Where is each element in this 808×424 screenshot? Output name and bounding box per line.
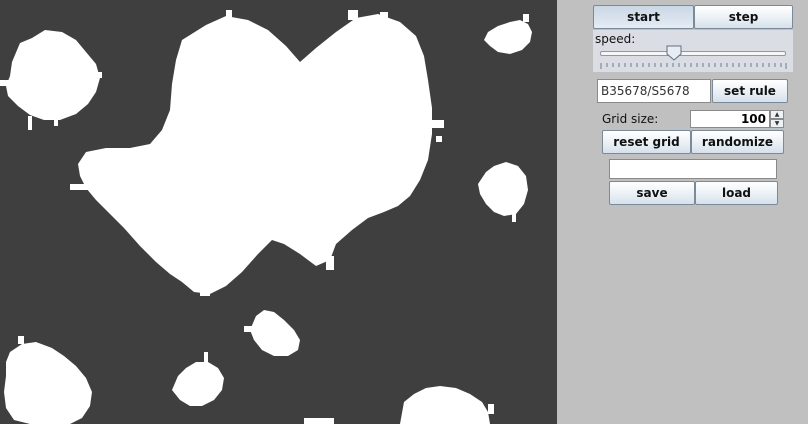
spin-down-icon[interactable]: ▼ [770,119,784,128]
save-button[interactable]: save [609,181,695,205]
load-button[interactable]: load [695,181,778,205]
spin-up-icon[interactable]: ▲ [770,110,784,119]
set-rule-button[interactable]: set rule [712,79,788,103]
reset-grid-button[interactable]: reset grid [602,130,691,154]
grid-size-spinner[interactable]: 100 ▲ ▼ [690,110,784,128]
randomize-button[interactable]: randomize [691,130,784,154]
rule-input[interactable]: B35678/S5678 [597,79,711,103]
slider-ticks [600,63,787,69]
slider-thumb-icon [666,45,682,61]
slider-thumb[interactable] [666,45,682,61]
cell-pattern [0,10,532,424]
grid-size-field[interactable]: 100 [690,110,770,128]
grid-size-label: Grid size: [602,112,659,126]
file-name-input[interactable] [609,159,777,179]
slider-track [600,51,786,56]
step-button[interactable]: step [694,5,793,29]
start-button[interactable]: start [593,5,694,29]
cell-grid[interactable] [0,0,557,424]
speed-slider[interactable] [593,30,793,72]
